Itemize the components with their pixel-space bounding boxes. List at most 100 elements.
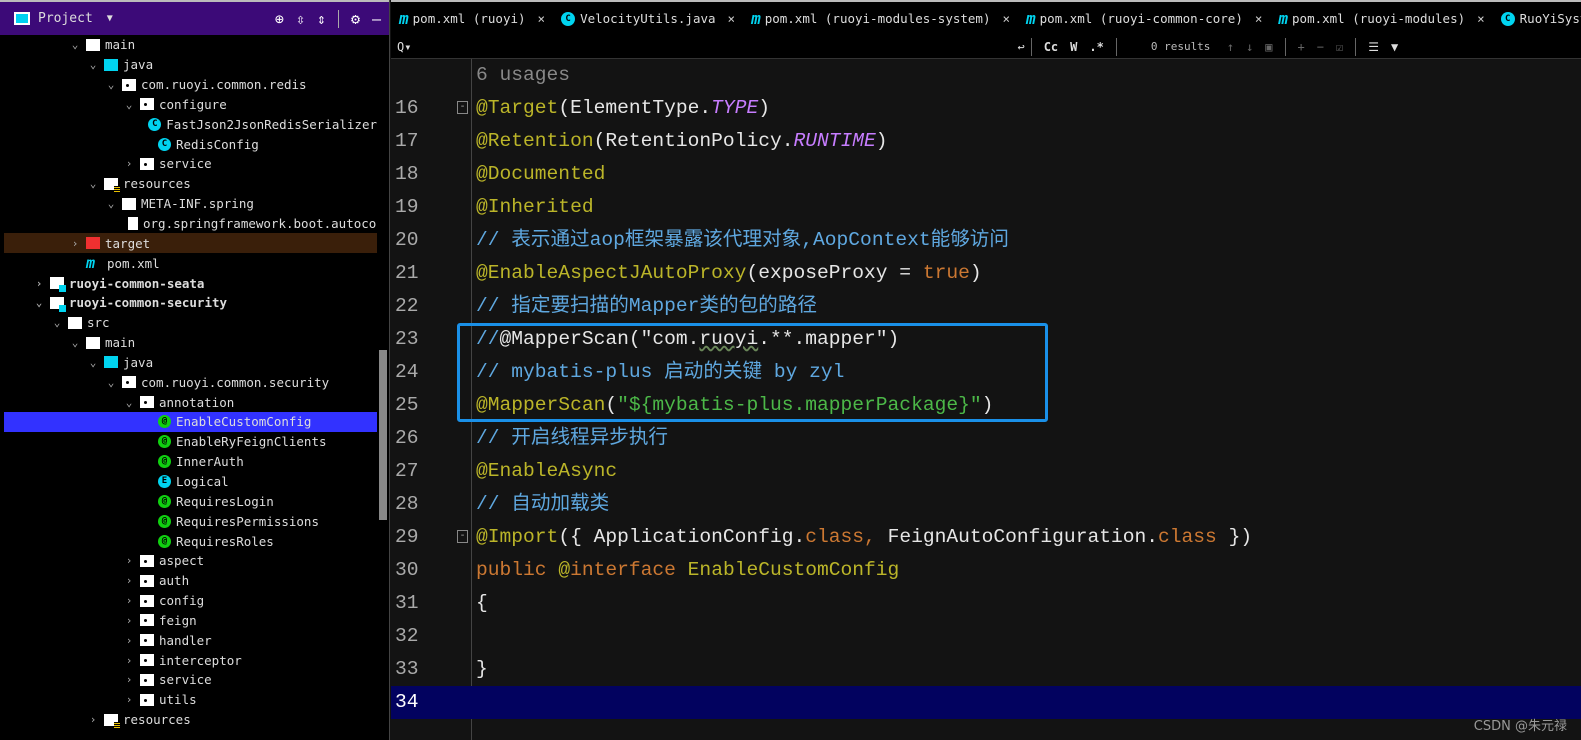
chevron-down-icon[interactable]: ▼	[107, 13, 113, 24]
close-tab-icon[interactable]: ×	[1477, 11, 1485, 26]
code-line[interactable]: 28 // 自动加载类	[391, 488, 1581, 521]
tree-item[interactable]: ⌄ com.ruoyi.common.security	[4, 372, 377, 392]
tree-item[interactable]: ⌄ com.ruoyi.common.redis	[4, 75, 377, 95]
code-line[interactable]: 16 - @Target(ElementType.TYPE)	[391, 92, 1581, 125]
gear-icon[interactable]: ⚙	[351, 10, 360, 28]
tree-item[interactable]: org.springframework.boot.autoconf	[4, 214, 377, 234]
tree-item[interactable]: ⌄ resources	[4, 174, 377, 194]
tree-item[interactable]: C FastJson2JsonRedisSerializer	[4, 114, 377, 134]
code-line[interactable]: 29- @Import({ ApplicationConfig.class, Fe…	[391, 521, 1581, 554]
editor-tab[interactable]: C RuoYiSystemApp	[1493, 11, 1581, 26]
tree-item[interactable]: › config	[4, 591, 377, 611]
next-occurrence-icon[interactable]: ↓	[1246, 40, 1253, 54]
tree-item[interactable]: @ RequiresPermissions	[4, 511, 377, 531]
chevron-right-icon[interactable]: ›	[68, 237, 82, 250]
tree-item[interactable]: ⌄ java	[4, 55, 377, 75]
code-line[interactable]: 31 {	[391, 587, 1581, 620]
code-line[interactable]: 22 // 指定要扫描的Mapper类的包的路径	[391, 290, 1581, 323]
tree-item[interactable]: › ruoyi-common-seata	[4, 273, 377, 293]
tree-item[interactable]: › service	[4, 154, 377, 174]
code-line[interactable]: 20 // 表示通过aop框架暴露该代理对象,AopContext能够访问	[391, 224, 1581, 257]
chevron-down-icon[interactable]: ⌄	[68, 38, 82, 51]
tree-item[interactable]: ⌄ ruoyi-common-security	[4, 293, 377, 313]
code-line[interactable]: 18 @Documented	[391, 158, 1581, 191]
tree-item[interactable]: › auth	[4, 571, 377, 591]
tree-item[interactable]: @ EnableRyFeignClients	[4, 432, 377, 452]
chevron-right-icon[interactable]: ›	[122, 693, 136, 706]
add-selection-icon[interactable]: +	[1298, 40, 1305, 54]
expand-all-icon[interactable]: ⇳	[296, 10, 305, 28]
tree-item[interactable]: › resources	[4, 710, 377, 730]
tree-item[interactable]: › handler	[4, 630, 377, 650]
code-line[interactable]: 30 public @interface EnableCustomConfig	[391, 554, 1581, 587]
search-icon[interactable]: Q▾	[397, 40, 411, 54]
tree-item[interactable]: › interceptor	[4, 650, 377, 670]
collapse-all-icon[interactable]: ⇕	[317, 10, 326, 28]
tree-item[interactable]: @ InnerAuth	[4, 452, 377, 472]
chevron-down-icon[interactable]: ⌄	[122, 396, 136, 409]
chevron-down-icon[interactable]: ⌄	[104, 376, 118, 389]
chevron-down-icon[interactable]: ⌄	[122, 98, 136, 111]
remove-selection-icon[interactable]: −	[1317, 40, 1324, 54]
chevron-down-icon[interactable]: ⌄	[104, 197, 118, 210]
editor-tab[interactable]: m pom.xml (ruoyi) ×	[391, 9, 553, 28]
usages-hint[interactable]: 6 usages	[476, 64, 570, 86]
open-in-window-icon[interactable]: ▣	[1265, 40, 1272, 54]
editor-tab[interactable]: m pom.xml (ruoyi-modules) ×	[1270, 9, 1492, 28]
fold-icon[interactable]: -	[457, 530, 468, 543]
editor-tab[interactable]: m pom.xml (ruoyi-modules-system) ×	[743, 9, 1018, 28]
tree-item[interactable]: › feign	[4, 610, 377, 630]
tree-item[interactable]: ⌄ java	[4, 353, 377, 373]
tree-item[interactable]: E Logical	[4, 472, 377, 492]
chevron-down-icon[interactable]: ⌄	[50, 316, 64, 329]
multiline-icon[interactable]: ↩	[1017, 40, 1024, 54]
tree-item[interactable]: ⌄ src	[4, 313, 377, 333]
chevron-right-icon[interactable]: ›	[122, 157, 136, 170]
close-tab-icon[interactable]: ×	[538, 11, 546, 26]
chevron-right-icon[interactable]: ›	[122, 634, 136, 647]
tree-item[interactable]: › aspect	[4, 551, 377, 571]
fold-icon[interactable]: -	[457, 101, 468, 114]
tree-item[interactable]: @ EnableCustomConfig	[4, 412, 377, 432]
tree-item[interactable]: @ RequiresRoles	[4, 531, 377, 551]
editor-tab[interactable]: C VelocityUtils.java ×	[553, 11, 743, 26]
locate-icon[interactable]: ⊕	[275, 10, 284, 28]
close-tab-icon[interactable]: ×	[1002, 11, 1010, 26]
tree-item[interactable]: @ RequiresLogin	[4, 491, 377, 511]
tree-item[interactable]: ⌄ annotation	[4, 392, 377, 412]
code-line[interactable]: 17 @Retention(RetentionPolicy.RUNTIME)	[391, 125, 1581, 158]
chevron-down-icon[interactable]: ⌄	[86, 58, 100, 71]
chevron-right-icon[interactable]: ›	[122, 594, 136, 607]
editor-tab[interactable]: m pom.xml (ruoyi-common-core) ×	[1018, 9, 1270, 28]
chevron-right-icon[interactable]: ›	[122, 554, 136, 567]
select-all-occurrences-icon[interactable]: ☑	[1336, 40, 1343, 54]
filter-search-icon[interactable]: ☰	[1368, 40, 1379, 54]
chevron-down-icon[interactable]: ⌄	[68, 336, 82, 349]
match-case-toggle[interactable]: Cc	[1044, 40, 1058, 54]
close-tab-icon[interactable]: ×	[1255, 11, 1263, 26]
tree-item[interactable]: ⌄ main	[4, 333, 377, 353]
code-line[interactable]: 26 // 开启线程异步执行	[391, 422, 1581, 455]
tree-item[interactable]: ⌄ main	[4, 35, 377, 55]
chevron-right-icon[interactable]: ›	[122, 614, 136, 627]
tree-item[interactable]: › utils	[4, 690, 377, 710]
code-line[interactable]: 33}	[391, 653, 1581, 686]
chevron-down-icon[interactable]: ⌄	[104, 78, 118, 91]
close-tab-icon[interactable]: ×	[728, 11, 736, 26]
chevron-down-icon[interactable]: ⌄	[86, 356, 100, 369]
chevron-right-icon[interactable]: ›	[122, 654, 136, 667]
code-line[interactable]: 21 @EnableAspectJAutoProxy(exposeProxy = …	[391, 257, 1581, 290]
tree-item[interactable]: ⌄ configure	[4, 95, 377, 115]
tree-item[interactable]: › target	[4, 233, 377, 254]
code-line[interactable]: 32	[391, 620, 1581, 653]
chevron-right-icon[interactable]: ›	[32, 277, 46, 290]
minimize-icon[interactable]: —	[372, 10, 381, 28]
chevron-down-icon[interactable]: ⌄	[86, 177, 100, 190]
chevron-down-icon[interactable]: ⌄	[32, 296, 46, 309]
previous-occurrence-icon[interactable]: ↑	[1227, 40, 1234, 54]
filter-icon[interactable]: ▼	[1391, 40, 1398, 54]
code-line[interactable]: 34	[391, 686, 1581, 719]
tree-item[interactable]: C RedisConfig	[4, 134, 377, 154]
chevron-right-icon[interactable]: ›	[122, 673, 136, 686]
tree-item[interactable]: m pom.xml	[4, 253, 377, 273]
